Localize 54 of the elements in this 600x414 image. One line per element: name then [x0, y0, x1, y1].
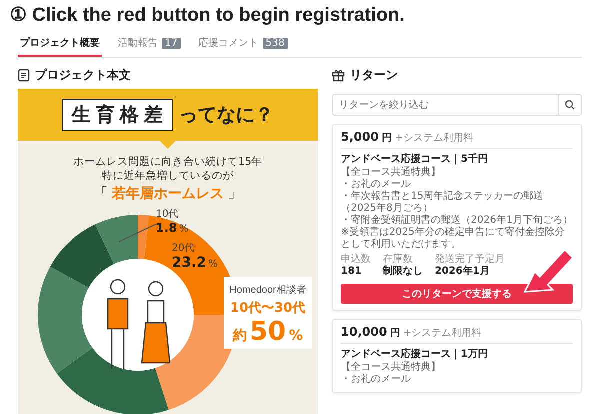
- highlight-text: 若年層ホームレス: [112, 185, 224, 203]
- benefit-text: ・寄附金受領証明書の郵送（2026年1月下旬ごろ）: [341, 215, 573, 226]
- search-icon: [565, 100, 575, 110]
- age-label: 20代: [172, 242, 196, 255]
- percent-unit: %: [179, 224, 189, 235]
- search-button[interactable]: [558, 94, 582, 116]
- callout-caption: Homedoor相談者: [230, 284, 306, 297]
- percent-value: 1.8: [156, 221, 178, 235]
- leader-line: [118, 223, 158, 243]
- price-amount: 5,000: [341, 130, 379, 144]
- stat-label: 申込数: [341, 254, 371, 266]
- callout-range: 10代〜30代: [230, 300, 306, 317]
- big-percent: 50: [250, 317, 286, 347]
- benefit-text: ※受領書は2025年分の確定申告にて寄付金控除分として利用いただけます。: [341, 227, 566, 251]
- support-button[interactable]: このリターンで支援する: [341, 284, 573, 304]
- fee-note: +システム利用料: [394, 132, 474, 145]
- stat-value: 制限なし: [383, 266, 423, 278]
- stat-value: 181: [341, 266, 363, 278]
- tab[interactable]: 応援コメント 538: [196, 32, 290, 57]
- stat-value: 2026年1月: [435, 266, 491, 278]
- section-title: リターン: [350, 66, 398, 84]
- banner-title: ってなに？: [179, 103, 274, 128]
- currency-text: 円: [382, 132, 392, 145]
- benefit-text: ・お礼のメール: [341, 179, 412, 190]
- search-field[interactable]: リターンを絞り込む: [332, 94, 558, 116]
- percent-value: 23.2: [172, 255, 207, 271]
- tab[interactable]: プロジェクト概要: [18, 32, 102, 57]
- tab[interactable]: 活動報告 17: [116, 32, 183, 57]
- currency-text: 円: [390, 327, 400, 340]
- percent-unit: %: [289, 328, 304, 344]
- bracket-text: 」: [228, 185, 242, 203]
- infographic-text: 特に近年急増しているのが: [102, 169, 234, 183]
- count-badge: 17: [162, 38, 181, 48]
- instruction-text: ① Click the red button to begin registration.: [10, 4, 406, 28]
- gift-icon: [332, 68, 345, 82]
- benefit-text: ・年次報告書と15周年記念ステッカーの郵送（2025年8月ごろ）: [341, 191, 545, 214]
- stat-label: 在庫数: [383, 254, 414, 266]
- course-title: アンドベース応援コース｜5千円: [341, 152, 489, 166]
- percent-unit: %: [208, 259, 218, 270]
- count-badge: 538: [262, 38, 288, 48]
- benefit-text: 【全コース共通特典】: [341, 167, 442, 178]
- benefit-text: ・お礼のメール: [341, 374, 412, 386]
- benefit-text: 【全コース共通特典】: [341, 362, 442, 374]
- approx-text: 約: [232, 327, 247, 345]
- fee-note: +システム利用料: [403, 326, 482, 340]
- stat-label: 発送完了予定月: [435, 254, 505, 266]
- age-label: 10代: [156, 208, 180, 221]
- bracket-text: 「: [94, 185, 108, 203]
- boxed-title: 生育格差: [62, 99, 173, 131]
- section-title: プロジェクト本文: [35, 66, 131, 84]
- course-title: アンドベース応援コース｜1万円: [341, 347, 489, 361]
- infographic-text: ホームレス問題に向き合い続けて15年: [73, 155, 263, 169]
- document-icon: [18, 68, 30, 82]
- price-amount: 10,000: [341, 325, 388, 339]
